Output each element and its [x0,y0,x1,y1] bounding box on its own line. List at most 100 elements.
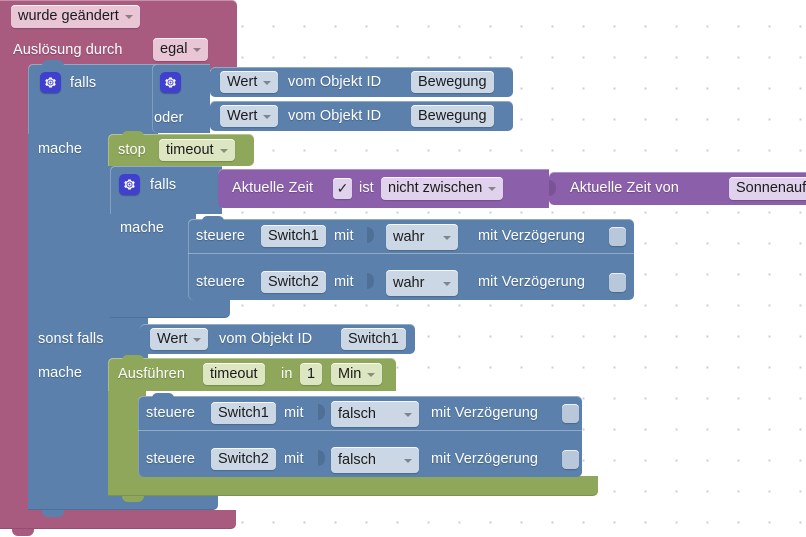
run-timeout-amount-value: 1 [307,365,316,382]
run-timeout-in-label: in [281,366,293,382]
control-row-2-verb: steuere [196,274,246,290]
chevron-down-icon [263,80,272,85]
getvalue-a-attribute-dropdown[interactable]: Wert [220,71,279,93]
getvalue-elseif-attribute-dropdown[interactable]: Wert [150,328,209,350]
control-row-2-with-label: mit [334,274,354,290]
trigger-source-value: egal [160,41,188,58]
getvalue-b-attribute-dropdown[interactable]: Wert [220,105,279,127]
run-control-row-2-object-id[interactable]: Switch2 [211,448,276,470]
logic-or-mutator-gear-icon[interactable] [160,72,181,93]
getvalue-elseif-attribute-value: Wert [157,330,188,347]
control-row-1-object-id[interactable]: Switch1 [261,225,326,247]
control-row-1-value: wahr [393,228,425,245]
control-row-1-delay-label: mit Verzögerung [478,228,586,244]
control-row-1-with-label: mit [334,228,354,244]
outer-if-do-label: mache [38,141,83,157]
getvalue-elseif-object-id[interactable]: Switch1 [341,328,406,350]
stop-timeout-verb: stop [118,142,146,158]
chevron-down-icon [488,187,497,191]
run-control-row-1-with-label: mit [284,405,304,421]
inner-if-bottom-notch [124,318,146,324]
stop-timeout-timer-value: timeout [166,141,214,158]
inner-if-mutator-gear-icon[interactable] [119,174,140,195]
chevron-down-icon [443,235,451,240]
control-row-2-object-id-value: Switch2 [268,273,319,290]
getvalue-a-object-id[interactable]: Bewegung [411,71,494,93]
run-control-row-1-value-dropdown[interactable]: falsch [331,401,419,427]
chevron-down-icon [219,148,228,153]
control-row-1-verb: steuere [196,228,246,244]
outer-if-bottom-notch [42,510,64,517]
getvalue-b-object-id[interactable]: Bewegung [411,105,494,127]
trigger-block-bottom-bar [0,510,236,529]
trigger-event-label: wurde geändert [18,8,119,25]
run-timeout-top-notch [122,355,144,360]
trigger-source-label: Auslösung durch [13,42,123,58]
run-control-row-2-verb: steuere [146,451,196,467]
stop-timeout-timer-dropdown[interactable]: timeout [159,139,235,161]
time-operand-value: Sonnenaufga [736,180,806,197]
run-control-row-1-value: falsch [338,405,376,422]
getvalue-b-middle-label: vom Objekt ID [288,108,382,124]
outer-if-top-notch [42,60,64,66]
time-compare-checkbox[interactable]: ✓ [333,178,352,199]
chevron-down-icon [404,412,412,417]
inner-if-label: falls [150,177,177,193]
run-control-row-2-with-label: mit [284,451,304,467]
chevron-down-icon [193,337,202,342]
trigger-event-dropdown[interactable]: wurde geändert [11,5,140,28]
run-timeout-timer-value: timeout [210,365,258,382]
run-timeout-bottom-notch [122,496,144,502]
run-timeout-unit-dropdown[interactable]: Min [331,363,383,385]
run-timeout-unit-value: Min [338,365,362,382]
blockly-workspace[interactable]: wurde geändert Auslösung durch egal fall… [0,0,806,537]
chevron-down-icon [367,372,376,377]
control-row-2-value-dropdown[interactable]: wahr [386,270,458,296]
run-control-row-2-socket [318,447,327,469]
chevron-down-icon [263,114,272,119]
getvalue-elseif-middle-label: vom Objekt ID [219,331,313,347]
time-operand-socket [549,177,558,199]
control-row-1-value-dropdown[interactable]: wahr [386,224,458,250]
control-row-1-delay-toggle[interactable] [609,227,626,246]
outer-if-mutator-gear-icon[interactable] [40,72,61,93]
inner-if-bottom-cap [110,300,230,318]
control-row-1-socket [367,224,376,246]
run-control-row-2-object-id-value: Switch2 [218,450,269,467]
getvalue-b-object-id-value: Bewegung [418,107,487,124]
run-control-row-1-delay-toggle[interactable] [562,404,579,423]
run-control-row-2-value-dropdown[interactable]: falsch [331,447,419,473]
stop-timeout-top-notch [122,131,144,136]
chevron-down-icon [443,281,451,286]
logic-or-label: oder [154,110,184,126]
chevron-down-icon [404,458,412,463]
run-control-row-2-value: falsch [338,451,376,468]
trigger-block-left-spine [0,70,30,510]
run-control-row-1-verb: steuere [146,405,196,421]
run-control-row-1-delay-label: mit Verzögerung [431,405,539,421]
run-control-row-1-top-notch [152,393,174,398]
run-control-row-2-delay-toggle[interactable] [562,450,579,469]
trigger-source-dropdown[interactable]: egal [153,38,209,61]
control-row-2-delay-toggle[interactable] [609,273,626,292]
time-operand-dropdown[interactable]: Sonnenaufga [729,177,806,200]
run-control-row-1-object-id[interactable]: Switch1 [211,402,276,424]
getvalue-a-middle-label: vom Objekt ID [288,74,382,90]
getvalue-elseif-object-id-value: Switch1 [348,330,399,347]
control-row-1-object-id-value: Switch1 [268,227,319,244]
check-icon: ✓ [336,180,349,196]
chevron-down-icon [124,15,133,19]
time-compare-prefix: Aktuelle Zeit [232,180,314,196]
outer-elseif-do-label: mache [38,365,83,381]
trigger-bottom-notch [12,529,34,536]
getvalue-b-attribute-value: Wert [227,107,258,124]
control-row-2-socket [367,270,376,292]
run-timeout-timer-dropdown[interactable]: timeout [203,363,265,385]
time-compare-comparator-dropdown[interactable]: nicht zwischen [381,177,504,200]
getvalue-a-attribute-value: Wert [227,73,258,90]
control-row-2-object-id[interactable]: Switch2 [261,271,326,293]
run-control-row-2-delay-label: mit Verzögerung [431,451,539,467]
control-row-1-top-notch [202,216,224,221]
run-timeout-amount-field[interactable]: 1 [300,363,323,385]
control-row-2-value: wahr [393,274,425,291]
